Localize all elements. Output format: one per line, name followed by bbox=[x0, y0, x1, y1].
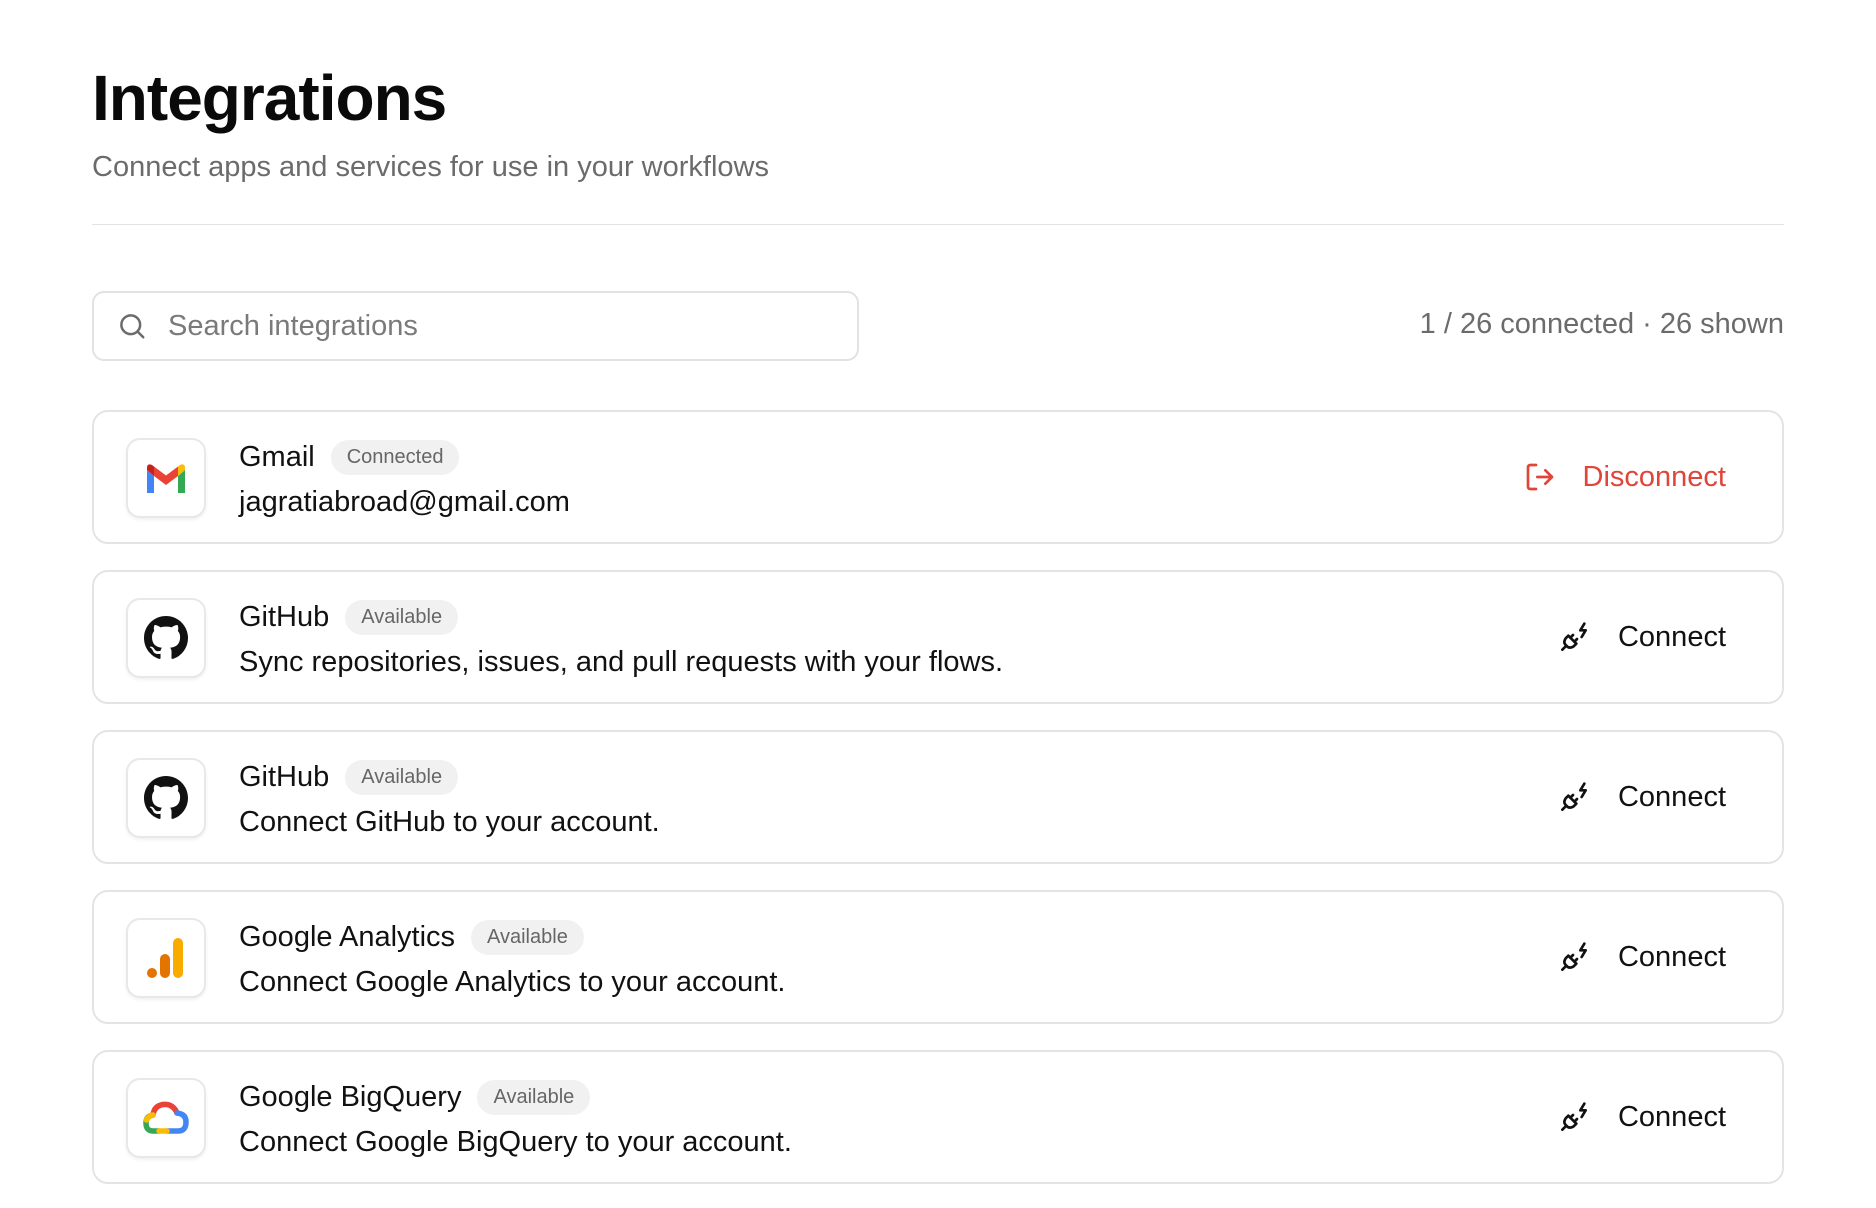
integration-description: Connect Google BigQuery to your account. bbox=[239, 1126, 792, 1158]
integration-card-github: GitHub Available Sync repositories, issu… bbox=[92, 570, 1784, 704]
connect-label: Connect bbox=[1617, 940, 1726, 973]
connection-count: 1 / 26 connected · 26 shown bbox=[1419, 308, 1784, 340]
status-badge: Available bbox=[471, 920, 584, 955]
disconnect-button[interactable]: Disconnect bbox=[1523, 412, 1726, 542]
logout-icon bbox=[1523, 460, 1557, 494]
integration-title-row: Google Analytics Available bbox=[239, 920, 584, 955]
status-badge: Available bbox=[477, 1080, 591, 1115]
integration-card-gmail: Gmail Connected jagratiabroad@gmail.com … bbox=[92, 410, 1784, 544]
integration-title-row: Gmail Connected bbox=[239, 440, 460, 475]
integration-name: Gmail bbox=[239, 441, 315, 473]
plug-icon bbox=[1558, 940, 1592, 974]
connect-button[interactable]: Connect bbox=[1558, 572, 1726, 702]
github-logo-icon bbox=[126, 598, 206, 678]
connect-button[interactable]: Connect bbox=[1558, 732, 1726, 862]
plug-icon bbox=[1558, 1100, 1592, 1134]
search-box[interactable] bbox=[92, 291, 859, 361]
github-logo-icon bbox=[126, 758, 206, 838]
search-icon bbox=[116, 310, 148, 342]
status-badge: Connected bbox=[330, 440, 460, 475]
connect-label: Connect bbox=[1617, 1100, 1726, 1133]
header-divider bbox=[92, 224, 1784, 225]
disconnect-label: Disconnect bbox=[1582, 460, 1726, 493]
gmail-logo-icon bbox=[126, 438, 206, 518]
integration-description: jagratiabroad@gmail.com bbox=[239, 486, 570, 518]
integrations-page: Integrations Connect apps and services f… bbox=[0, 0, 1876, 1208]
google-cloud-logo-icon bbox=[126, 1078, 206, 1158]
integration-name: GitHub bbox=[239, 601, 330, 633]
integration-name: Google BigQuery bbox=[239, 1081, 462, 1113]
integration-description: Connect Google Analytics to your account… bbox=[239, 966, 786, 998]
connect-label: Connect bbox=[1617, 620, 1726, 653]
page-title: Integrations bbox=[92, 62, 447, 134]
plug-icon bbox=[1558, 780, 1592, 814]
integration-description: Connect GitHub to your account. bbox=[239, 806, 660, 838]
status-badge: Available bbox=[345, 600, 459, 635]
plug-icon bbox=[1558, 620, 1592, 654]
connect-button[interactable]: Connect bbox=[1558, 892, 1726, 1022]
integration-name: Google Analytics bbox=[239, 921, 456, 953]
search-input[interactable] bbox=[168, 309, 828, 343]
integration-card-google-bigquery: Google BigQuery Available Connect Google… bbox=[92, 1050, 1784, 1184]
integration-title-row: GitHub Available bbox=[239, 760, 459, 795]
integration-title-row: Google BigQuery Available bbox=[239, 1080, 591, 1115]
connect-button[interactable]: Connect bbox=[1558, 1052, 1726, 1182]
page-subtitle: Connect apps and services for use in you… bbox=[92, 151, 769, 183]
connect-label: Connect bbox=[1617, 780, 1726, 813]
integration-title-row: GitHub Available bbox=[239, 600, 459, 635]
integration-name: GitHub bbox=[239, 761, 330, 793]
integration-card-google-analytics: Google Analytics Available Connect Googl… bbox=[92, 890, 1784, 1024]
integrations-list: Gmail Connected jagratiabroad@gmail.com … bbox=[92, 410, 1784, 1208]
integration-description: Sync repositories, issues, and pull requ… bbox=[239, 646, 1004, 678]
google-analytics-logo-icon bbox=[126, 918, 206, 998]
status-badge: Available bbox=[345, 760, 459, 795]
integration-card-github: GitHub Available Connect GitHub to your … bbox=[92, 730, 1784, 864]
